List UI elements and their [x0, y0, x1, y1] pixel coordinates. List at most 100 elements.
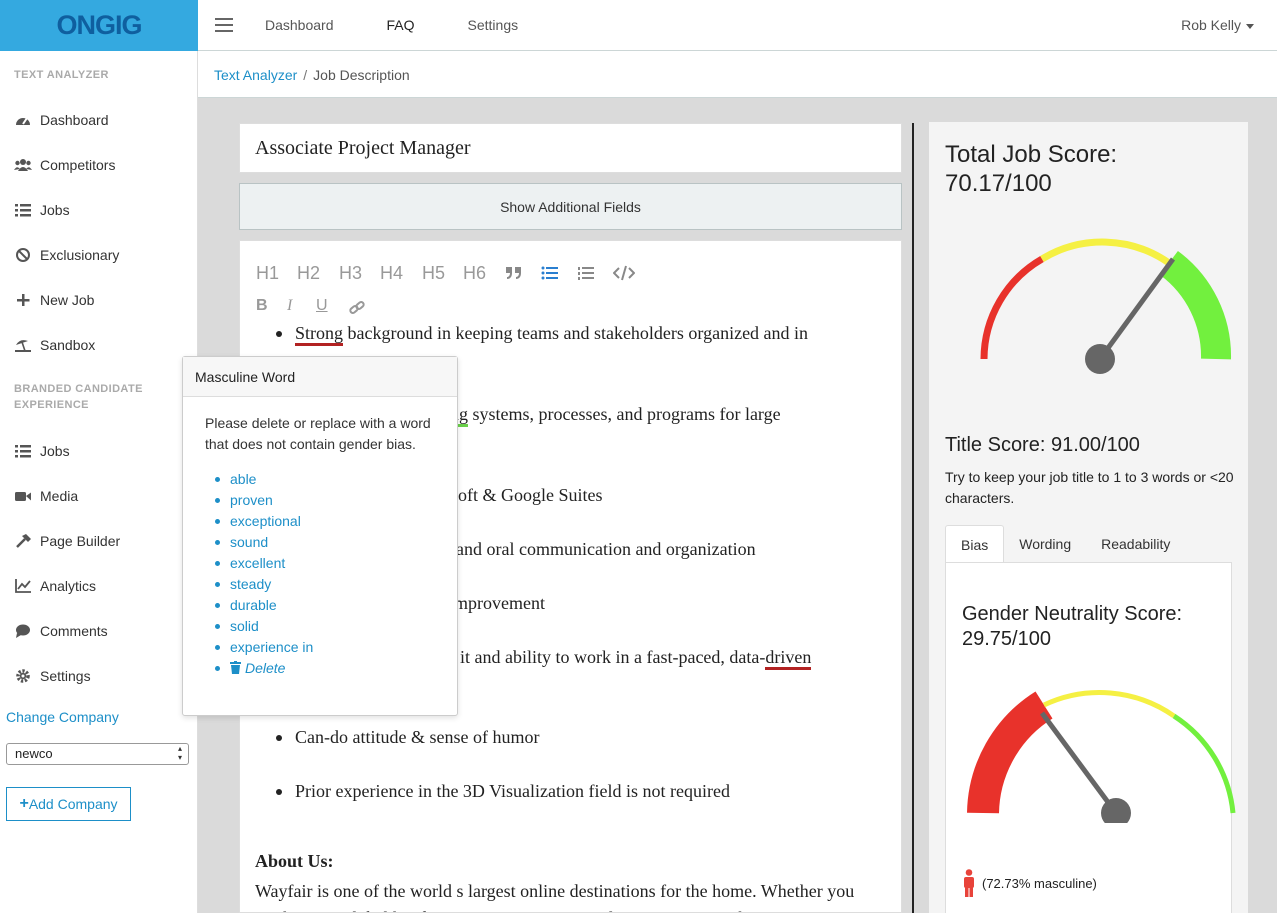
- suggestion-experience-in[interactable]: experience in: [215, 637, 435, 658]
- breadcrumb-current: Job Description: [313, 66, 410, 83]
- total-gauge-needle: [1097, 257, 1176, 361]
- gender-gauge-needle: [1039, 711, 1119, 815]
- tab-wording[interactable]: Wording: [1004, 525, 1086, 563]
- h6-button[interactable]: H6: [463, 263, 486, 284]
- title-score-note: Try to keep your job title to 1 to 3 wor…: [945, 469, 1234, 506]
- suggestion-excellent[interactable]: excellent: [215, 553, 435, 574]
- suggestion-sound[interactable]: sound: [215, 532, 435, 553]
- job-title-input[interactable]: Associate Project Manager: [239, 123, 902, 173]
- h2-button[interactable]: H2: [297, 263, 320, 284]
- nav-faq[interactable]: FAQ: [387, 17, 415, 33]
- sidebar-item-media[interactable]: Media: [14, 486, 78, 506]
- sidebar: TEXT ANALYZER Dashboard Competitors Jobs…: [0, 51, 198, 913]
- score-tabs: Bias Wording Readability: [945, 525, 1185, 563]
- about-paragraph: Wayfair is one of the world s largest on…: [255, 881, 855, 912]
- list-item: Can-do attitude & sense of humor: [275, 727, 540, 747]
- bold-button[interactable]: B: [256, 297, 268, 315]
- sidebar-item-jobs[interactable]: Jobs: [14, 200, 70, 220]
- dashboard-gauge-icon: [16, 117, 30, 125]
- sidebar-section-text-analyzer: TEXT ANALYZER: [14, 69, 109, 81]
- blockquote-icon[interactable]: [505, 265, 523, 281]
- company-select[interactable]: newco: [6, 743, 189, 765]
- line-chart-icon: [15, 579, 31, 593]
- flagged-word-driven[interactable]: driven: [765, 647, 812, 670]
- sidebar-item-sandbox[interactable]: Sandbox: [14, 335, 95, 355]
- breadcrumb: Text Analyzer / Job Description: [198, 52, 1277, 98]
- ban-icon: [16, 248, 30, 262]
- gender-neutrality-score: Gender Neutrality Score: 29.75/100: [962, 603, 1183, 650]
- list-item: it and ability to work in a fast-paced, …: [440, 647, 812, 670]
- list-item: Strong background in keeping teams and s…: [275, 323, 808, 346]
- tab-bias[interactable]: Bias: [945, 525, 1005, 563]
- hammer-icon: [16, 534, 31, 548]
- list-item: ng systems, processes, and programs for …: [431, 404, 781, 427]
- video-camera-icon: [15, 492, 31, 501]
- underline-button[interactable]: U: [316, 297, 328, 315]
- suggestion-durable[interactable]: durable: [215, 595, 435, 616]
- flagged-word-strong[interactable]: Strong: [295, 323, 344, 346]
- suggestion-steady[interactable]: steady: [215, 574, 435, 595]
- gender-gauge-value-arc: [967, 691, 1053, 814]
- bullet-list-icon[interactable]: [541, 265, 559, 281]
- numbered-list-icon[interactable]: [577, 265, 595, 281]
- suggestion-proven[interactable]: proven: [215, 490, 435, 511]
- popover-title: Masculine Word: [183, 357, 457, 397]
- h1-button[interactable]: H1: [256, 263, 279, 284]
- gear-icon: [16, 669, 30, 683]
- users-icon: [14, 159, 32, 171]
- sidebar-item-dashboard[interactable]: Dashboard: [14, 110, 109, 130]
- plus-icon: [17, 294, 30, 306]
- comment-icon: [16, 624, 30, 638]
- change-company-link[interactable]: Change Company: [6, 709, 119, 725]
- list-item: mprovement: [435, 593, 545, 613]
- total-gauge-value-arc: [1159, 250, 1232, 360]
- italic-button[interactable]: I: [287, 297, 292, 315]
- nav-dashboard[interactable]: Dashboard: [265, 17, 334, 33]
- total-gauge-hub: [1085, 344, 1115, 374]
- total-score-gauge: [980, 238, 1232, 374]
- list-icon: [15, 445, 31, 458]
- sidebar-item-competitors[interactable]: Competitors: [14, 155, 115, 175]
- nav-settings[interactable]: Settings: [468, 17, 519, 33]
- popover-instruction: Please delete or replace with a word tha…: [205, 415, 431, 452]
- h3-button[interactable]: H3: [339, 263, 362, 284]
- score-panel: Total Job Score: 70.17/100 Title Score: 9…: [929, 122, 1248, 913]
- show-additional-fields-button[interactable]: Show Additional Fields: [239, 183, 902, 230]
- link-icon[interactable]: [348, 300, 366, 316]
- sidebar-item-exclusionary[interactable]: Exclusionary: [14, 245, 119, 265]
- umbrella-beach-icon: [15, 340, 31, 352]
- add-company-button[interactable]: + Add Company: [6, 787, 131, 821]
- suggestion-solid[interactable]: solid: [215, 616, 435, 637]
- hamburger-menu-icon[interactable]: [199, 0, 249, 51]
- delete-suggestion[interactable]: Delete: [215, 658, 435, 679]
- bias-panel: Gender Neutrality Score: 29.75/100 (72.73…: [945, 562, 1236, 913]
- sidebar-item-analytics[interactable]: Analytics: [14, 576, 96, 596]
- breadcrumb-text-analyzer[interactable]: Text Analyzer: [214, 67, 297, 83]
- about-heading: About Us:: [255, 851, 334, 871]
- code-icon[interactable]: [613, 265, 635, 281]
- user-menu[interactable]: Rob Kelly: [1181, 17, 1254, 33]
- total-job-score: Total Job Score: 70.17/100: [945, 141, 1118, 197]
- trash-icon: [230, 661, 241, 674]
- sidebar-item-comments[interactable]: Comments: [14, 621, 108, 641]
- suggestion-exceptional[interactable]: exceptional: [215, 511, 435, 532]
- suggestion-list: able proven exceptional sound excellent …: [215, 469, 435, 679]
- top-navbar: Dashboard FAQ Settings Rob Kelly: [198, 0, 1277, 51]
- sidebar-item-settings[interactable]: Settings: [14, 666, 91, 686]
- ongig-logo[interactable]: ONGIG: [0, 0, 198, 51]
- h5-button[interactable]: H5: [422, 263, 445, 284]
- sidebar-item-new-job[interactable]: New Job: [14, 290, 94, 310]
- list-item: oft & Google Suites: [439, 485, 603, 505]
- sidebar-section-branded: BRANDED CANDIDATE EXPERIENCE: [14, 383, 143, 411]
- masculine-percentage: (72.73% masculine): [962, 869, 1097, 897]
- suggestion-able[interactable]: able: [215, 469, 435, 490]
- masculine-word-popover: Masculine Word Please delete or replace …: [182, 356, 458, 716]
- male-person-icon: [964, 869, 974, 897]
- plus-icon: +: [19, 795, 29, 812]
- sidebar-item-page-builder[interactable]: Page Builder: [14, 531, 120, 551]
- list-icon: [15, 204, 31, 217]
- sidebar-item-bce-jobs[interactable]: Jobs: [14, 441, 70, 461]
- divider: [912, 123, 914, 913]
- tab-readability[interactable]: Readability: [1086, 525, 1185, 563]
- h4-button[interactable]: H4: [380, 263, 403, 284]
